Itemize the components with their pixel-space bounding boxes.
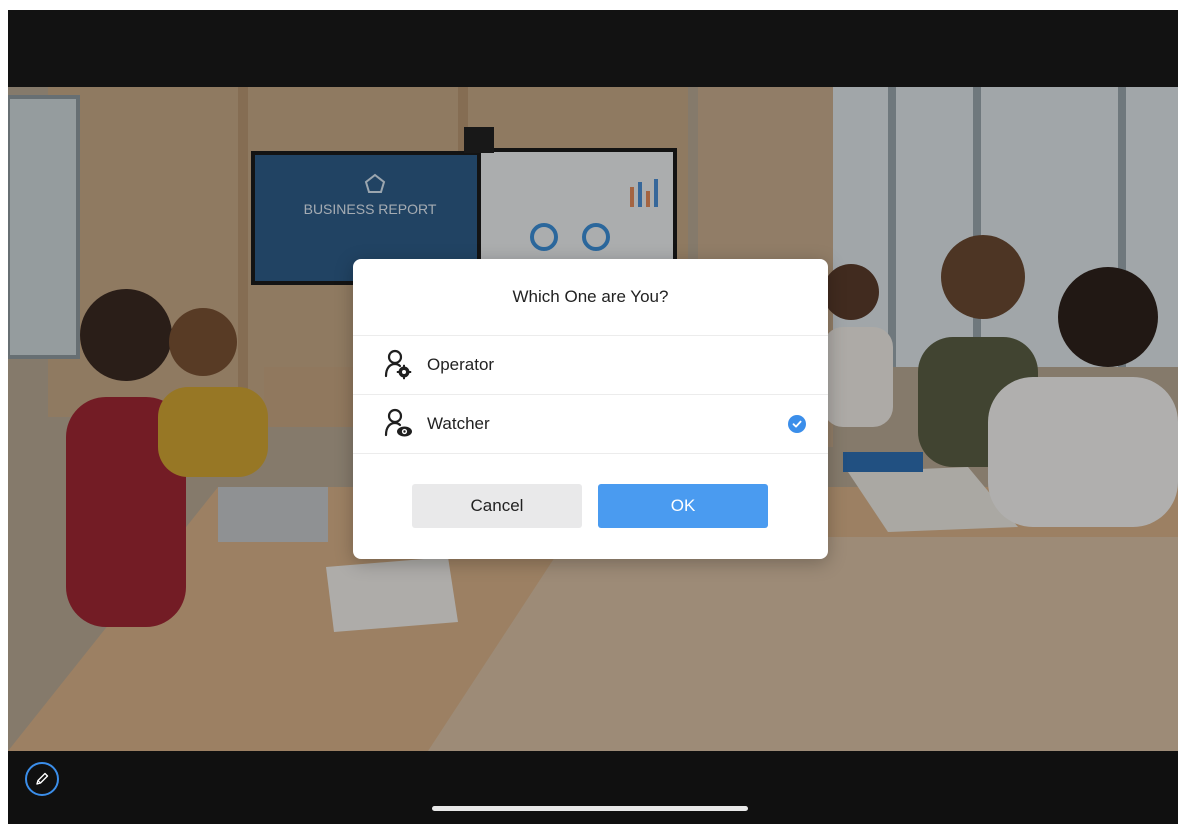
user-gear-icon: [381, 348, 415, 382]
user-eye-icon: [381, 407, 415, 441]
pen-icon: [36, 772, 49, 785]
option-operator[interactable]: Operator: [353, 336, 828, 395]
top-bar: [8, 10, 1178, 87]
annotate-button[interactable]: [25, 762, 59, 796]
selected-check-icon: [788, 415, 806, 433]
dialog-buttons: Cancel OK: [353, 484, 828, 530]
dialog-title: Which One are You?: [353, 259, 828, 336]
bottom-bar: [8, 751, 1178, 824]
option-label: Operator: [427, 355, 495, 374]
home-indicator[interactable]: [432, 806, 748, 811]
ok-button[interactable]: OK: [598, 484, 768, 528]
option-watcher[interactable]: Watcher: [353, 395, 828, 454]
role-selection-dialog: Which One are You? Operator Watcher Canc…: [353, 259, 828, 559]
option-label: Watcher: [427, 414, 490, 433]
cancel-button[interactable]: Cancel: [412, 484, 582, 528]
